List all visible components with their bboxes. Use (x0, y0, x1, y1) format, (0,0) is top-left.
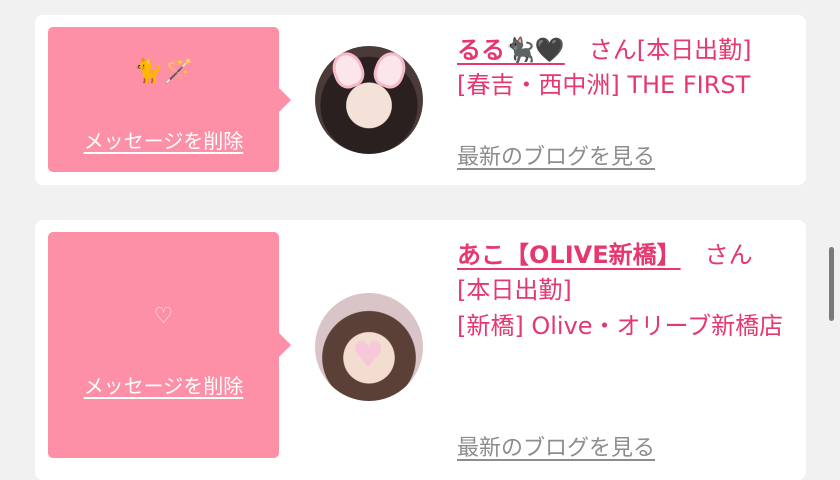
sender-name-link[interactable]: あこ【OLIVE新橋】 (457, 241, 681, 269)
honorific: さん (704, 241, 753, 269)
shop-name: [春吉・西中洲] THE FIRST (457, 71, 751, 99)
scrollbar[interactable] (829, 247, 834, 321)
message-bubble: 🐈🪄 メッセージを削除 (48, 27, 291, 172)
message-card: ♡ メッセージを削除 ♥ あこ【OLIVE新橋】 さん [本日出勤] [新橋] O… (35, 220, 806, 480)
attendance-status: [本日出勤] (636, 36, 752, 64)
bunny-ears-decoration (327, 47, 411, 93)
avatar[interactable]: ♥ (315, 293, 423, 401)
shop-name: [新橋] Olive・オリーブ新橋店 (457, 312, 784, 340)
delete-message-link[interactable]: メッセージを削除 (48, 125, 279, 154)
sender-info: あこ【OLIVE新橋】 さん [本日出勤] [新橋] Olive・オリーブ新橋店 … (457, 238, 796, 461)
message-card: 🐈🪄 メッセージを削除 るる🐈‍⬛🖤 さん[本日出勤] [春吉・西中洲] THE … (35, 15, 806, 185)
sender-name-link[interactable]: るる🐈‍⬛🖤 (457, 36, 565, 64)
message-emoji: 🐈🪄 (133, 57, 194, 85)
avatar[interactable] (315, 46, 423, 154)
heart-icon: ♡ (153, 304, 174, 329)
heart-sticker-icon: ♥ (352, 335, 385, 376)
honorific: さん (588, 36, 637, 64)
sender-info: るる🐈‍⬛🖤 さん[本日出勤] [春吉・西中洲] THE FIRST 最新のブログ… (457, 33, 796, 170)
message-bubble: ♡ メッセージを削除 (48, 232, 291, 458)
latest-blog-link[interactable]: 最新のブログを見る (457, 139, 655, 171)
latest-blog-link[interactable]: 最新のブログを見る (457, 430, 655, 462)
attendance-status: [本日出勤] (457, 276, 572, 304)
delete-message-link[interactable]: メッセージを削除 (48, 370, 279, 399)
